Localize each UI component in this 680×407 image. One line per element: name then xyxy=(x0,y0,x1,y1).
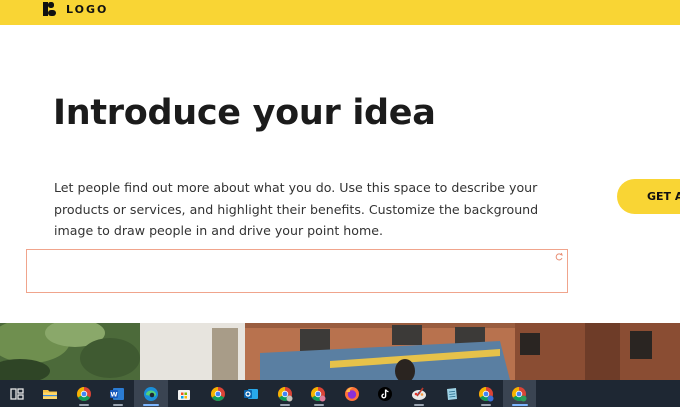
notepad-icon xyxy=(447,387,458,400)
taskbar: W xyxy=(0,380,680,407)
paint-icon xyxy=(411,387,426,400)
taskbar-word[interactable]: W xyxy=(101,380,135,407)
taskbar-chrome-profile-2[interactable] xyxy=(302,380,336,407)
taskbar-paint[interactable] xyxy=(402,380,436,407)
taskbar-chrome-profile-3[interactable] xyxy=(469,380,503,407)
main-content: Introduce your idea Let people find out … xyxy=(0,25,680,323)
text-edit-box[interactable] xyxy=(26,249,568,293)
firefox-icon xyxy=(344,386,359,401)
top-header-bar: LOGO xyxy=(0,0,680,25)
word-icon: W xyxy=(110,387,125,400)
svg-text:W: W xyxy=(111,390,118,398)
taskbar-notepad[interactable] xyxy=(436,380,470,407)
rotate-handle-icon[interactable] xyxy=(554,252,564,262)
page-title: Introduce your idea xyxy=(53,93,436,133)
taskbar-task-view[interactable] xyxy=(0,380,34,407)
taskbar-chrome-profile-4[interactable] xyxy=(502,380,536,407)
tiktok-icon xyxy=(378,386,393,401)
chrome-profile-icon xyxy=(512,386,527,401)
chrome-profile-icon xyxy=(311,386,326,401)
file-explorer-icon xyxy=(43,389,58,399)
taskbar-firefox[interactable] xyxy=(335,380,369,407)
taskbar-chrome-profile-1[interactable] xyxy=(268,380,302,407)
edge-icon xyxy=(143,386,158,401)
cta-button-label: GET A xyxy=(647,190,680,203)
microsoft-store-icon xyxy=(178,389,191,400)
chrome-profile-icon xyxy=(277,386,293,401)
taskbar-chrome[interactable] xyxy=(67,380,101,407)
taskbar-tiktok[interactable] xyxy=(369,380,403,407)
hero-photo-illustration xyxy=(0,323,680,380)
taskbar-outlook[interactable] xyxy=(235,380,269,407)
intro-paragraph: Let people find out more about what you … xyxy=(54,180,539,238)
cta-button[interactable]: GET A xyxy=(617,179,680,214)
site-logo[interactable]: LOGO xyxy=(42,1,108,17)
outlook-icon xyxy=(244,388,259,399)
taskbar-edge[interactable] xyxy=(134,380,168,407)
chrome-profile-icon xyxy=(478,386,494,401)
logo-text: LOGO xyxy=(66,2,109,16)
logo-mark-icon xyxy=(43,2,56,16)
taskbar-microsoft-store[interactable] xyxy=(168,380,202,407)
task-view-icon xyxy=(10,387,24,400)
chrome-icon xyxy=(210,386,225,401)
chrome-icon xyxy=(76,386,91,401)
taskbar-file-explorer[interactable] xyxy=(34,380,68,407)
hero-photo xyxy=(0,323,680,380)
taskbar-chrome-2[interactable] xyxy=(201,380,235,407)
